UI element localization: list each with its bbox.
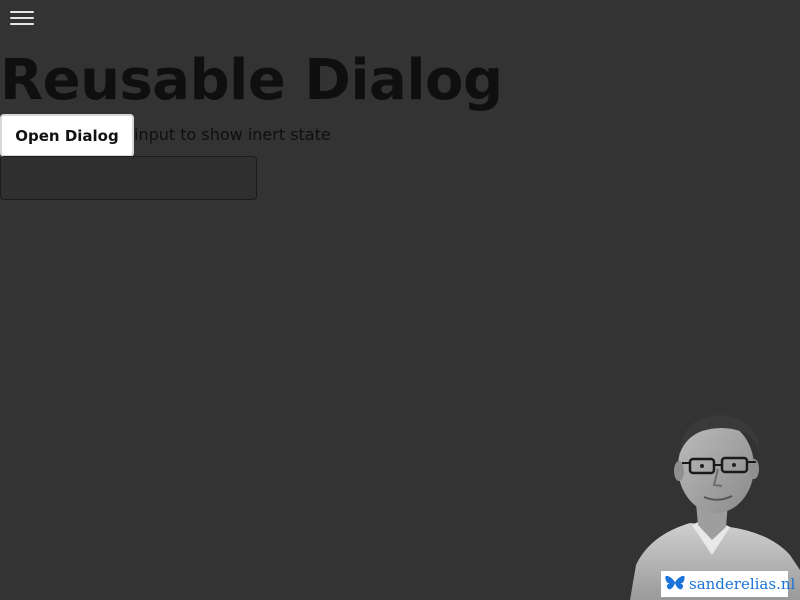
hint-text: input to show inert state bbox=[134, 125, 331, 144]
site-link-label: sanderelias.nl bbox=[689, 575, 796, 593]
hamburger-menu-icon[interactable] bbox=[10, 9, 34, 27]
hamburger-line bbox=[10, 23, 34, 25]
site-link[interactable]: sanderelias.nl bbox=[661, 571, 795, 597]
open-dialog-button[interactable]: Open Dialog bbox=[0, 114, 134, 157]
text-input[interactable] bbox=[0, 156, 257, 200]
butterfly-icon bbox=[665, 575, 685, 590]
hamburger-line bbox=[10, 17, 34, 19]
page-title: Reusable Dialog bbox=[0, 48, 503, 113]
hamburger-line bbox=[10, 11, 34, 13]
